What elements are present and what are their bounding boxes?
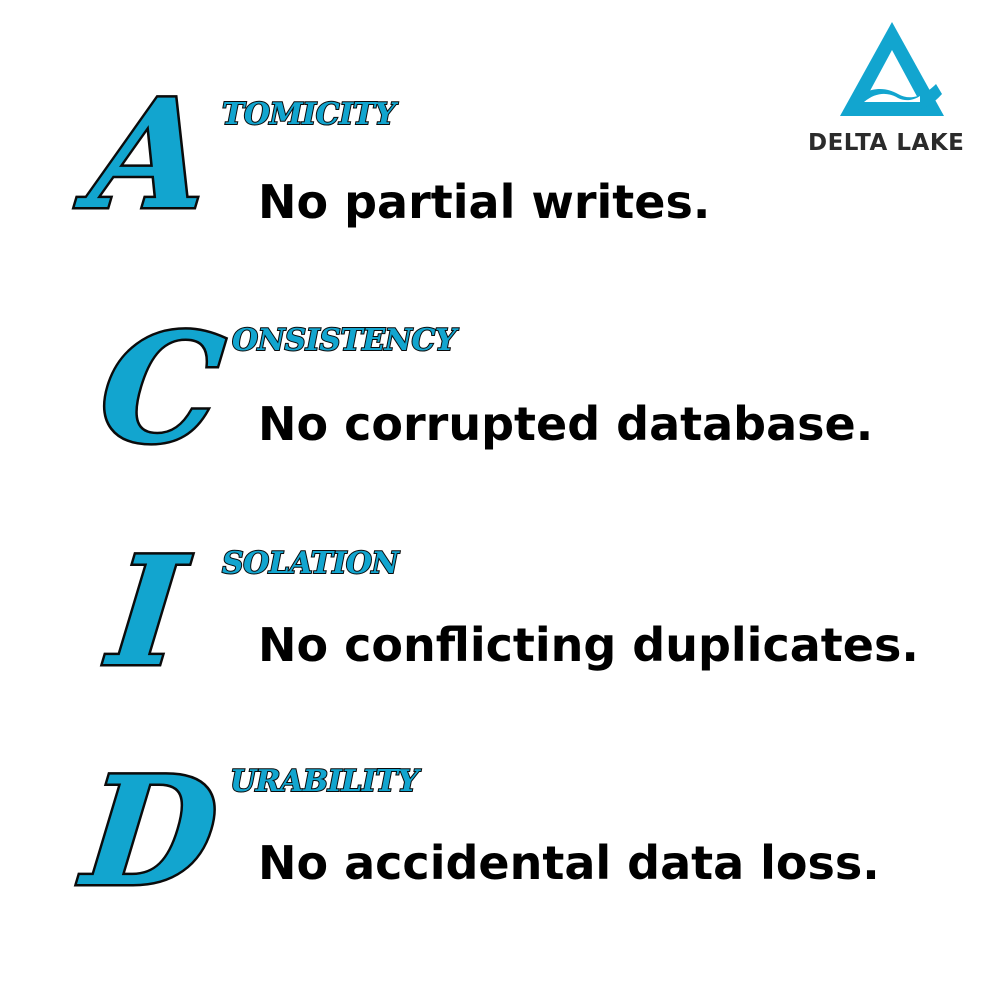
acid-row-isolation: I SOLATION No conflicting duplicates.: [0, 522, 1000, 725]
word-rest: URABILITY: [229, 764, 420, 800]
big-letter: D: [74, 742, 228, 923]
description: No accidental data loss.: [258, 836, 880, 890]
description: No conflicting duplicates.: [258, 618, 919, 672]
big-letter: I: [100, 522, 194, 703]
description: No corrupted database.: [258, 397, 874, 451]
word-rest: TOMICITY: [221, 97, 397, 133]
acid-row-consistency: C ONSISTENCY No corrupted database.: [0, 299, 1000, 500]
word-rest: ONSISTENCY: [231, 323, 457, 359]
description: No partial writes.: [258, 175, 711, 229]
big-letter: A: [80, 65, 220, 246]
big-letter: C: [90, 299, 233, 480]
acid-row-atomicity: A TOMICITY No partial writes.: [0, 65, 1000, 280]
acid-row-durability: D URABILITY No accidental data loss.: [0, 742, 1000, 945]
word-rest: SOLATION: [221, 546, 400, 582]
